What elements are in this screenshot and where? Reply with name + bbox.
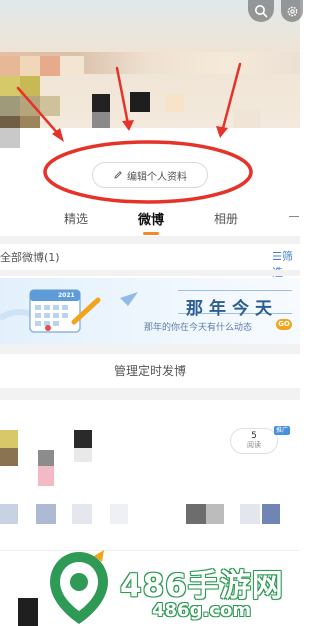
watermark-brand: 486手游网 bbox=[120, 568, 284, 604]
manage-scheduled-posts-button[interactable]: 管理定时发博 bbox=[0, 354, 300, 388]
annotation-ellipse bbox=[43, 140, 253, 204]
section-divider bbox=[0, 344, 300, 354]
tab-album[interactable]: 相册 bbox=[214, 210, 238, 227]
read-label: 阅读 bbox=[247, 441, 261, 449]
calendar-illustration-icon bbox=[0, 289, 138, 333]
read-count-badge: 5 阅读 bbox=[230, 428, 278, 454]
feed-header: 全部微博(1) ☰筛选 bbox=[0, 246, 300, 279]
profile-tabs: 精选 微博 相册 bbox=[0, 206, 300, 236]
go-button[interactable]: GO bbox=[276, 319, 292, 330]
section-divider bbox=[0, 236, 300, 244]
tab-featured[interactable]: 精选 bbox=[64, 210, 88, 227]
memories-banner[interactable]: 2021 那年今天 那年的你在今天有什么动态 GO bbox=[0, 278, 300, 344]
calendar-year: 2021 bbox=[58, 292, 75, 299]
read-count: 5 bbox=[251, 431, 257, 441]
active-tab-indicator bbox=[143, 232, 159, 235]
watermark-logo-icon bbox=[50, 550, 108, 624]
banner-title: 那年今天 bbox=[186, 299, 278, 319]
banner-subtitle: 那年的你在今天有什么动态 bbox=[144, 323, 253, 333]
all-weibo-count: 全部微博(1) bbox=[0, 251, 60, 264]
promotion-tag: 推广 bbox=[274, 426, 290, 435]
section-divider bbox=[0, 388, 300, 400]
section-divider bbox=[0, 270, 300, 276]
watermark-url: 486g.com bbox=[152, 600, 252, 621]
tab-weibo[interactable]: 微博 bbox=[138, 209, 164, 228]
tab-overflow-marker bbox=[289, 216, 299, 217]
filter-icon: ☰ bbox=[272, 250, 282, 263]
